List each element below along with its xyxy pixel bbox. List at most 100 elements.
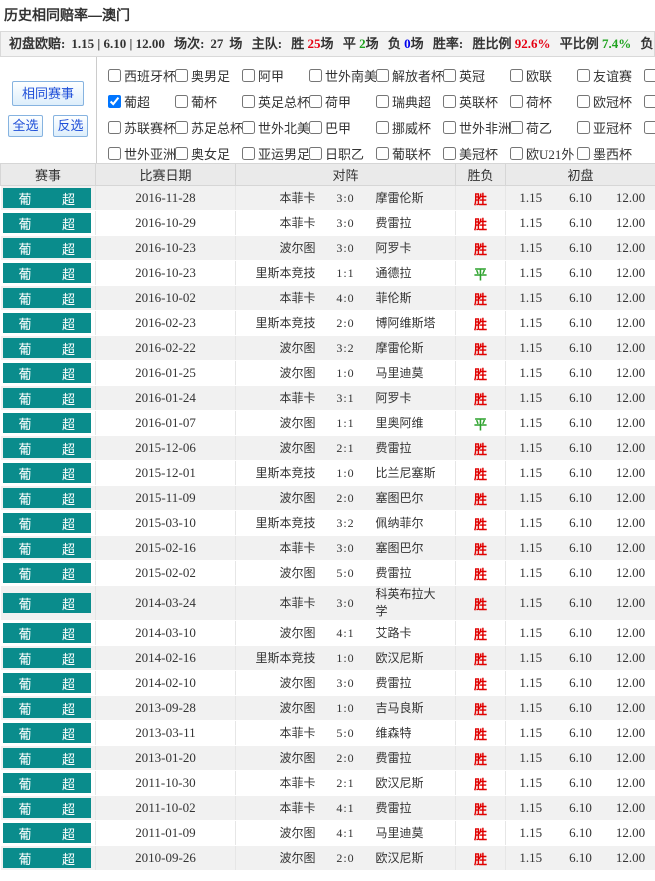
league-label: 阿甲 xyxy=(258,66,284,85)
league-checkbox[interactable] xyxy=(376,69,389,82)
league-checkbox[interactable] xyxy=(175,121,188,134)
league-label: 挪威杯 xyxy=(392,118,431,137)
league-checkbox[interactable] xyxy=(309,147,322,160)
league-checkbox[interactable] xyxy=(376,147,389,160)
league-checkbox[interactable] xyxy=(577,95,590,108)
league-checkbox[interactable] xyxy=(108,95,121,108)
odds-value: 1.15 xyxy=(506,846,556,871)
league-checkbox[interactable] xyxy=(577,69,590,82)
league-filter-item[interactable]: 亚运男足 xyxy=(242,140,309,163)
league-label: 荷乙 xyxy=(526,118,552,137)
league-filter-item[interactable]: 英联杯 xyxy=(443,88,510,114)
league-badge: 葡超 xyxy=(3,438,92,458)
league-checkbox[interactable] xyxy=(108,121,121,134)
league-checkbox[interactable] xyxy=(510,147,523,160)
league-filter-item[interactable]: 阿甲 xyxy=(242,62,309,88)
league-filter-item[interactable]: 英足总杯 xyxy=(242,88,309,114)
league-checkbox[interactable] xyxy=(309,69,322,82)
home-team: 里斯本竞技 xyxy=(236,315,329,332)
league-checkbox[interactable] xyxy=(510,121,523,134)
league-label: 葡杯 xyxy=(191,92,217,111)
league-filter-item[interactable]: 荷杯 xyxy=(510,88,577,114)
league-filter-item[interactable]: 西班牙杯 xyxy=(108,62,175,88)
league-filter-item[interactable]: 世外非洲 xyxy=(443,114,510,140)
league-checkbox[interactable] xyxy=(242,69,255,82)
league-checkbox[interactable] xyxy=(309,95,322,108)
league-filter-item[interactable]: 瑞典超 xyxy=(376,88,443,114)
league-checkbox[interactable] xyxy=(644,121,655,134)
league-checkbox[interactable] xyxy=(443,69,456,82)
league-filter-item[interactable]: 友谊赛 xyxy=(577,62,644,88)
league-checkbox[interactable] xyxy=(510,69,523,82)
league-filter-item[interactable]: 挪威杯 xyxy=(376,114,443,140)
league-checkbox[interactable] xyxy=(108,147,121,160)
same-event-button[interactable]: 相同赛事 xyxy=(12,81,84,106)
league-filter-item[interactable]: 葡联杯 xyxy=(376,140,443,163)
league-filter-item[interactable]: 奥女足 xyxy=(175,140,242,163)
league-filter-item[interactable]: 日职乙 xyxy=(309,140,376,163)
league-checkbox[interactable] xyxy=(644,95,655,108)
league-checkbox[interactable] xyxy=(376,95,389,108)
home-team: 本菲卡 xyxy=(236,290,329,307)
league-label: 西班牙杯 xyxy=(124,66,175,85)
league-label: 瑞典超 xyxy=(392,92,431,111)
league-filter-item[interactable]: 世外北美 xyxy=(242,114,309,140)
match-date: 2014-03-24 xyxy=(96,586,236,621)
league-filter-item[interactable] xyxy=(644,88,655,114)
league-checkbox[interactable] xyxy=(644,69,655,82)
league-filter-item[interactable]: 世外亚洲 xyxy=(108,140,175,163)
league-checkbox[interactable] xyxy=(376,121,389,134)
league-checkbox[interactable] xyxy=(577,121,590,134)
odds-value: 6.10 xyxy=(556,721,606,746)
result-text: 胜 xyxy=(456,436,506,461)
league-filter-item[interactable]: 荷甲 xyxy=(309,88,376,114)
invert-select-button[interactable]: 反选 xyxy=(53,115,88,137)
league-filter-item[interactable]: 欧联 xyxy=(510,62,577,88)
match-date: 2015-12-06 xyxy=(96,436,236,461)
league-filter-item[interactable]: 解放者杯 xyxy=(376,62,443,88)
select-all-button[interactable]: 全选 xyxy=(8,115,43,137)
league-filter-item[interactable] xyxy=(644,114,655,140)
league-checkbox[interactable] xyxy=(175,147,188,160)
league-checkbox[interactable] xyxy=(443,147,456,160)
away-team: 阿罗卡 xyxy=(376,390,412,407)
league-checkbox[interactable] xyxy=(242,95,255,108)
league-checkbox[interactable] xyxy=(175,69,188,82)
home-team: 波尔图 xyxy=(236,415,329,432)
league-filter-item[interactable]: 巴甲 xyxy=(309,114,376,140)
league-checkbox[interactable] xyxy=(443,95,456,108)
table-row: 葡超2015-02-02波尔图5:0费雷拉胜1.156.1012.00 xyxy=(1,561,655,586)
league-filter-item[interactable]: 葡杯 xyxy=(175,88,242,114)
match-date: 2011-01-09 xyxy=(96,821,236,846)
league-filter-item[interactable]: 荷乙 xyxy=(510,114,577,140)
league-filter-item[interactable]: 苏足总杯 xyxy=(175,114,242,140)
league-filter-item[interactable]: 苏联赛杯 xyxy=(108,114,175,140)
league-filter-item[interactable] xyxy=(644,62,655,88)
league-checkbox[interactable] xyxy=(108,69,121,82)
odds-history-table: 赛事 比赛日期 对阵 胜负 初盘 葡超2016-11-28本菲卡3:0摩雷伦斯胜… xyxy=(0,163,655,871)
odds-value: 6.10 xyxy=(556,796,606,821)
odds-value: 6.10 xyxy=(556,621,606,646)
league-checkbox[interactable] xyxy=(175,95,188,108)
league-filter-item[interactable]: 奥男足 xyxy=(175,62,242,88)
league-filter-item[interactable]: 欧冠杯 xyxy=(577,88,644,114)
odds-value: 6.10 xyxy=(556,846,606,871)
league-checkbox[interactable] xyxy=(309,121,322,134)
league-checkbox[interactable] xyxy=(510,95,523,108)
league-filter-item[interactable]: 葡超 xyxy=(108,88,175,114)
league-checkbox[interactable] xyxy=(443,121,456,134)
league-filter-item[interactable]: 墨西杯 xyxy=(577,140,644,163)
league-checkbox[interactable] xyxy=(242,121,255,134)
league-filter-item[interactable]: 世外南美 xyxy=(309,62,376,88)
league-checkbox[interactable] xyxy=(242,147,255,160)
away-team: 科英布拉大学 xyxy=(376,586,440,620)
away-team: 费雷拉 xyxy=(376,565,412,582)
odds-value: 6.10 xyxy=(556,411,606,436)
league-checkbox[interactable] xyxy=(577,147,590,160)
odds-value: 1.15 xyxy=(506,361,556,386)
match-date: 2013-01-20 xyxy=(96,746,236,771)
league-filter-item[interactable]: 美冠杯 xyxy=(443,140,510,163)
league-filter-item[interactable]: 欧U21外 xyxy=(510,140,577,163)
league-filter-item[interactable]: 英冠 xyxy=(443,62,510,88)
league-filter-item[interactable]: 亚冠杯 xyxy=(577,114,644,140)
